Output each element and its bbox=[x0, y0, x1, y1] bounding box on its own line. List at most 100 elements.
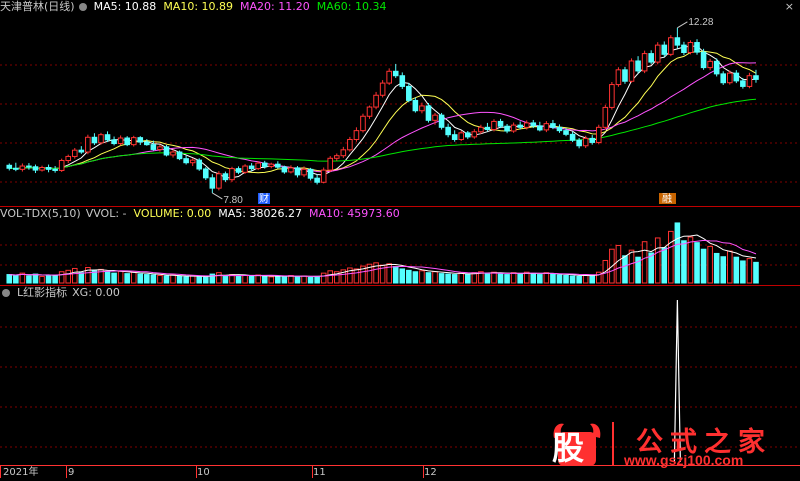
candle-body bbox=[327, 157, 334, 171]
time-axis-year: 2021年 bbox=[3, 467, 39, 478]
candle-body bbox=[117, 137, 124, 145]
candle-body bbox=[641, 53, 648, 72]
volume-bar bbox=[52, 274, 58, 284]
candle-body bbox=[235, 168, 242, 173]
volume-bar bbox=[491, 271, 497, 284]
candle-body bbox=[189, 159, 196, 164]
ma60-line bbox=[9, 98, 757, 170]
volume-bar bbox=[406, 269, 412, 284]
volume-bar bbox=[576, 275, 582, 284]
candle-body bbox=[713, 60, 720, 75]
candle-body bbox=[6, 164, 13, 169]
candle-body bbox=[222, 173, 229, 181]
candle-body bbox=[157, 146, 163, 150]
candle-body bbox=[124, 137, 130, 146]
watermark-badge-char: 股 bbox=[552, 429, 585, 467]
candle-body bbox=[458, 132, 465, 140]
candle-body bbox=[104, 134, 111, 141]
volume-bar bbox=[694, 242, 700, 284]
volume-bar bbox=[242, 274, 248, 284]
candle-body bbox=[694, 42, 700, 53]
candle-body bbox=[176, 151, 183, 160]
volume-bar bbox=[353, 268, 360, 284]
time-axis-month-9: 9 bbox=[68, 467, 75, 478]
candle-body bbox=[622, 69, 628, 82]
candle-body bbox=[294, 167, 301, 176]
candle-body bbox=[261, 162, 268, 167]
volume-bar bbox=[740, 260, 746, 284]
candle-body bbox=[45, 167, 52, 170]
volume-bar bbox=[202, 276, 209, 284]
candle-body bbox=[130, 137, 137, 146]
candle-body bbox=[497, 120, 504, 127]
candle-body bbox=[746, 75, 753, 87]
volume-bar bbox=[255, 274, 261, 284]
candle-body bbox=[320, 169, 327, 183]
candle-body bbox=[556, 126, 563, 132]
candle-body bbox=[19, 165, 26, 170]
candle-body bbox=[700, 51, 707, 69]
volume-bar bbox=[170, 274, 176, 284]
candle-body bbox=[229, 168, 235, 181]
volume-bar bbox=[484, 272, 491, 284]
candle-body bbox=[39, 167, 45, 171]
candle-body bbox=[78, 149, 85, 153]
volume-bar bbox=[517, 273, 523, 284]
volume-bar bbox=[674, 222, 681, 284]
volume-bar bbox=[713, 252, 720, 284]
candle-body bbox=[91, 136, 98, 144]
volume-bar bbox=[248, 275, 255, 284]
candle-body bbox=[471, 131, 478, 138]
volume-bar bbox=[648, 252, 654, 284]
candle-body bbox=[58, 160, 65, 171]
volume-bar bbox=[301, 275, 307, 284]
volume-bar bbox=[615, 244, 622, 284]
tag-cai-label: 财 bbox=[259, 192, 269, 205]
candle-body bbox=[491, 120, 497, 131]
volume-bar bbox=[550, 273, 556, 284]
low-price-label: 7.80 bbox=[223, 195, 243, 206]
volume-bar bbox=[124, 273, 130, 284]
volume-bar bbox=[622, 255, 628, 284]
volume-bar bbox=[189, 275, 196, 284]
volume-bar bbox=[13, 274, 19, 284]
candle-body bbox=[32, 166, 39, 171]
candle-body bbox=[687, 42, 694, 53]
candle-body bbox=[268, 163, 275, 167]
volume-bar bbox=[314, 275, 320, 284]
tag-rong-label: 融 bbox=[662, 193, 672, 205]
candle-body bbox=[523, 122, 530, 128]
candle-body bbox=[144, 141, 150, 146]
candle-body bbox=[196, 159, 203, 170]
volume-bar bbox=[746, 258, 753, 284]
candle-body bbox=[543, 123, 550, 131]
volume-bar bbox=[222, 274, 229, 284]
volume-bar bbox=[681, 240, 687, 284]
candle-body bbox=[602, 106, 609, 128]
candle-body bbox=[333, 155, 340, 159]
candle-body bbox=[609, 84, 615, 108]
volume-bar bbox=[464, 273, 471, 284]
candle-body bbox=[353, 130, 360, 140]
volume-bar bbox=[438, 273, 445, 284]
kline-chart-canvas[interactable]: 12.28 7.80 财 融 bbox=[0, 0, 800, 481]
volume-bar bbox=[117, 270, 124, 284]
volume-bar bbox=[281, 275, 288, 284]
candle-body bbox=[510, 124, 517, 132]
volume-bar bbox=[733, 256, 740, 284]
candle-body bbox=[419, 105, 425, 112]
candle-body bbox=[484, 126, 491, 131]
candle-body bbox=[412, 99, 419, 112]
candle-body bbox=[71, 149, 78, 157]
low-pointer bbox=[212, 192, 223, 200]
candle-body bbox=[648, 53, 654, 63]
candle-body bbox=[360, 115, 366, 132]
candle-body bbox=[209, 177, 216, 189]
volume-bar bbox=[425, 272, 432, 284]
volume-bar bbox=[32, 273, 39, 284]
candle-body bbox=[445, 126, 451, 136]
candle-body bbox=[137, 137, 144, 143]
volume-bar bbox=[451, 274, 458, 284]
volume-bar bbox=[720, 256, 727, 284]
volume-bar bbox=[700, 248, 707, 284]
